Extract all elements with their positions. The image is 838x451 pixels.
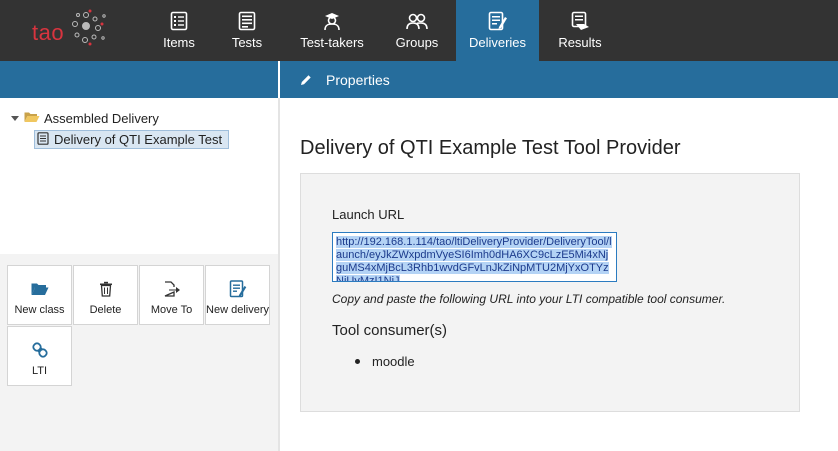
tree-header-strip	[0, 61, 278, 98]
logo-text: tao	[32, 20, 65, 45]
tool-consumer-item: moodle	[355, 354, 415, 369]
results-icon	[570, 11, 590, 31]
nav-item-groups[interactable]: Groups	[378, 0, 456, 61]
nav-label-items: Items	[163, 35, 195, 50]
tool-consumers-heading: Tool consumer(s)	[332, 322, 448, 339]
launch-url-value: http://192.168.1.114/tao/ltiDeliveryProv…	[336, 236, 612, 281]
pencil-icon	[300, 74, 312, 86]
tree-child-label: Delivery of QTI Example Test	[54, 132, 223, 147]
panel-divider	[278, 98, 280, 451]
tree-root-label: Assembled Delivery	[44, 111, 159, 126]
items-icon	[170, 11, 188, 31]
delivery-document-icon	[37, 131, 49, 148]
tree-node-delivery[interactable]: Delivery of QTI Example Test	[34, 130, 230, 149]
resource-tree: Assembled Delivery Delivery of QTI Examp…	[0, 98, 275, 254]
page-title: Delivery of QTI Example Test Tool Provid…	[300, 137, 681, 159]
trash-icon	[99, 280, 113, 298]
main-nav: Items Tests Test-takers Groups Deliverie…	[150, 0, 621, 61]
launch-url-hint: Copy and paste the following URL into yo…	[332, 292, 726, 306]
new-delivery-icon	[229, 280, 247, 298]
nav-label-test-takers: Test-takers	[300, 35, 364, 50]
delete-label: Delete	[89, 304, 122, 316]
new-delivery-label: New delivery	[206, 304, 269, 316]
new-delivery-button[interactable]: New delivery	[205, 265, 270, 325]
move-to-label: Move To	[150, 304, 193, 316]
launch-url-field[interactable]: http://192.168.1.114/tao/ltiDeliveryProv…	[332, 232, 617, 282]
caret-down-icon[interactable]	[11, 116, 19, 121]
nav-item-results[interactable]: Results	[539, 0, 621, 61]
nav-label-groups: Groups	[395, 35, 439, 50]
new-class-button[interactable]: New class	[7, 265, 72, 325]
nav-label-tests: Tests	[231, 35, 263, 50]
launch-url-label: Launch URL	[332, 207, 405, 222]
move-to-icon	[163, 280, 181, 298]
delete-button[interactable]: Delete	[73, 265, 138, 325]
nav-label-deliveries: Deliveries	[468, 35, 527, 50]
lti-label: LTI	[31, 365, 48, 377]
delivery-properties-form: Launch URL http://192.168.1.114/tao/ltiD…	[300, 173, 800, 412]
tree-node-assembled-delivery[interactable]: Assembled Delivery	[11, 111, 159, 126]
deliveries-icon	[488, 11, 508, 31]
nav-label-results: Results	[558, 35, 602, 50]
tests-icon	[238, 11, 256, 31]
nav-item-tests[interactable]: Tests	[208, 0, 286, 61]
folder-open-icon	[31, 280, 49, 298]
folder-open-icon	[24, 111, 40, 126]
tool-consumer-name: moodle	[372, 354, 415, 369]
properties-header: Properties	[280, 61, 838, 98]
nav-item-test-takers[interactable]: Test-takers	[286, 0, 378, 61]
top-navigation-bar: tao Items Tests Test-takers Groups Deliv…	[0, 0, 838, 61]
groups-icon	[406, 11, 428, 31]
nav-item-items[interactable]: Items	[150, 0, 208, 61]
lti-button[interactable]: LTI	[7, 326, 72, 386]
properties-title: Properties	[326, 71, 390, 88]
tao-logo[interactable]: tao	[28, 4, 108, 54]
move-to-button[interactable]: Move To	[139, 265, 204, 325]
new-class-label: New class	[14, 304, 65, 316]
link-icon	[31, 341, 48, 359]
nav-item-deliveries[interactable]: Deliveries	[456, 0, 539, 61]
test-takers-icon	[322, 11, 342, 31]
bullet-icon	[355, 359, 360, 364]
